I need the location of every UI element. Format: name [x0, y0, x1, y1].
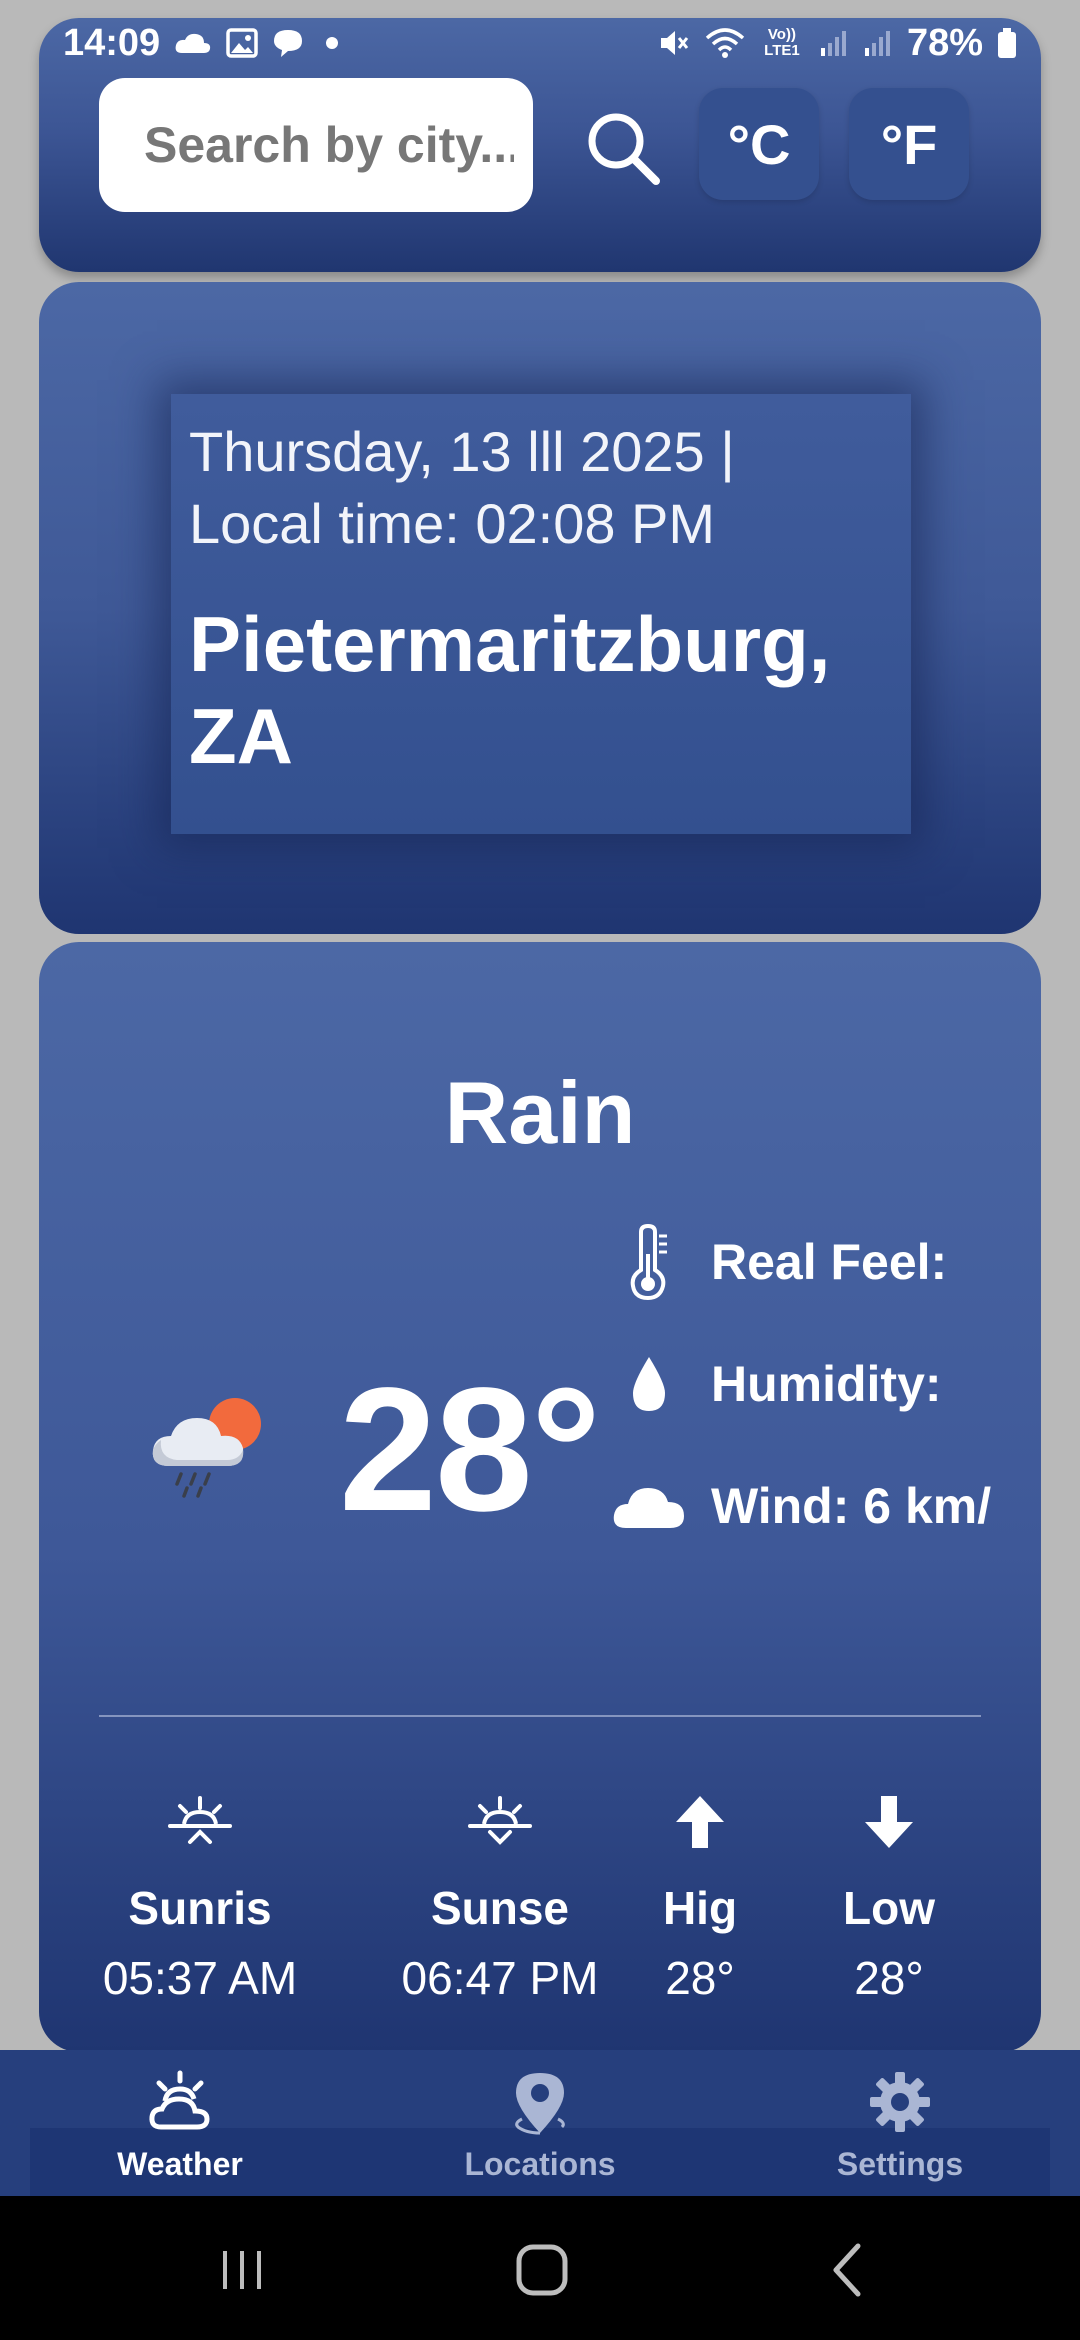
- droplet-icon: [599, 1355, 699, 1413]
- wind-row: Wind: 6 km/: [599, 1466, 991, 1546]
- search-button[interactable]: [579, 106, 669, 196]
- weather-condition: Rain: [444, 1063, 636, 1162]
- celsius-button[interactable]: °C: [699, 88, 819, 200]
- low-label: Low: [843, 1882, 935, 1934]
- low-temp-item: Low 28°: [809, 1782, 969, 2008]
- high-label: Hig: [662, 1882, 738, 1934]
- battery-icon: [997, 27, 1017, 59]
- humidity-row: Humidity:: [599, 1344, 942, 1424]
- image-icon: [226, 27, 258, 59]
- rain-cloud-sun-icon: [147, 1388, 271, 1508]
- nav-label-settings: Settings: [836, 2146, 964, 2182]
- signal-icon: [819, 28, 849, 58]
- chat-bubble-icon: [272, 27, 304, 59]
- status-right: Vo)) LTE1 78%: [657, 22, 1017, 65]
- location-card: Thursday, 13 lll 2025 | Local time: 02:0…: [39, 282, 1041, 934]
- search-icon: [586, 111, 662, 192]
- signal-icon: [863, 28, 893, 58]
- cloud-icon: [174, 31, 212, 55]
- current-temperature: 28°: [339, 1352, 601, 1548]
- search-header-card: 14:09 Vo)) LTE1 78% Search by city... °C…: [39, 18, 1041, 272]
- nav-item-locations[interactable]: Locations: [420, 2062, 660, 2196]
- gear-icon: [868, 2062, 932, 2142]
- arrow-down-icon: [863, 1782, 915, 1862]
- system-navigation-bar: [0, 2196, 1080, 2340]
- wifi-icon: [705, 26, 745, 60]
- nav-item-weather[interactable]: Weather: [60, 2062, 300, 2196]
- location-info-panel: Thursday, 13 lll 2025 | Local time: 02:0…: [171, 394, 911, 834]
- status-bar: 14:09 Vo)) LTE1 78%: [39, 18, 1041, 68]
- location-pin-icon: [510, 2062, 570, 2142]
- cloud-icon: [599, 1482, 699, 1530]
- sunrise-item: Sunris 05:37 AM: [80, 1782, 320, 2008]
- city-name-line1: Pietermaritzburg,: [189, 600, 831, 688]
- real-feel-row: Real Feel:: [599, 1222, 947, 1302]
- humidity-label: Humidity:: [711, 1356, 942, 1412]
- bottom-navigation: Weather Locations Settings: [0, 2050, 1080, 2196]
- recent-apps-icon: [217, 2245, 267, 2300]
- sunset-label: Sunse: [430, 1882, 570, 1934]
- weather-icon: [147, 2062, 213, 2142]
- sunrise-icon: [168, 1782, 232, 1862]
- real-feel-label: Real Feel:: [711, 1234, 948, 1290]
- sunset-item: Sunse 06:47 PM: [380, 1782, 620, 2008]
- fahrenheit-button[interactable]: °F: [849, 88, 969, 200]
- sunrise-label: Sunris: [128, 1882, 272, 1934]
- arrow-up-icon: [674, 1782, 726, 1862]
- sunset-icon: [468, 1782, 532, 1862]
- nav-label-locations: Locations: [464, 2146, 616, 2182]
- home-icon: [514, 2242, 570, 2303]
- high-temp-item: Hig 28°: [620, 1782, 780, 2008]
- divider: [99, 1715, 981, 1717]
- status-time: 14:09: [63, 21, 161, 64]
- nav-label-weather: Weather: [117, 2146, 243, 2182]
- volte-icon: Vo)) LTE1: [759, 27, 805, 59]
- thermometer-icon: [599, 1224, 699, 1300]
- recent-apps-button[interactable]: [202, 2232, 282, 2312]
- high-value: 28°: [665, 1952, 735, 2004]
- notification-dot-icon: [326, 37, 339, 49]
- mute-icon: [657, 26, 691, 60]
- low-value: 28°: [854, 1952, 924, 2004]
- battery-percent: 78%: [906, 21, 983, 64]
- local-time-label: Local time: 02:08 PM: [189, 492, 716, 555]
- home-button[interactable]: [502, 2232, 582, 2312]
- sunrise-time: 05:37 AM: [102, 1952, 298, 2004]
- city-country: ZA: [189, 692, 293, 780]
- wind-label: Wind: 6 km/: [711, 1478, 992, 1534]
- volte-label: Vo)) LTE1: [764, 26, 800, 59]
- search-input[interactable]: [144, 116, 514, 174]
- search-box[interactable]: [99, 78, 533, 212]
- back-button[interactable]: [808, 2232, 888, 2312]
- status-left: 14:09: [63, 21, 339, 65]
- city-name: Pietermaritzburg, ZA: [189, 598, 893, 782]
- date-label: Thursday, 13 lll 2025 |: [189, 420, 735, 483]
- nav-item-settings[interactable]: Settings: [780, 2062, 1020, 2196]
- current-weather-card: Rain 28° Real Feel: Humidity: Wind: 6 km…: [39, 942, 1041, 2052]
- back-icon: [828, 2242, 868, 2303]
- sunset-time: 06:47 PM: [401, 1952, 599, 2004]
